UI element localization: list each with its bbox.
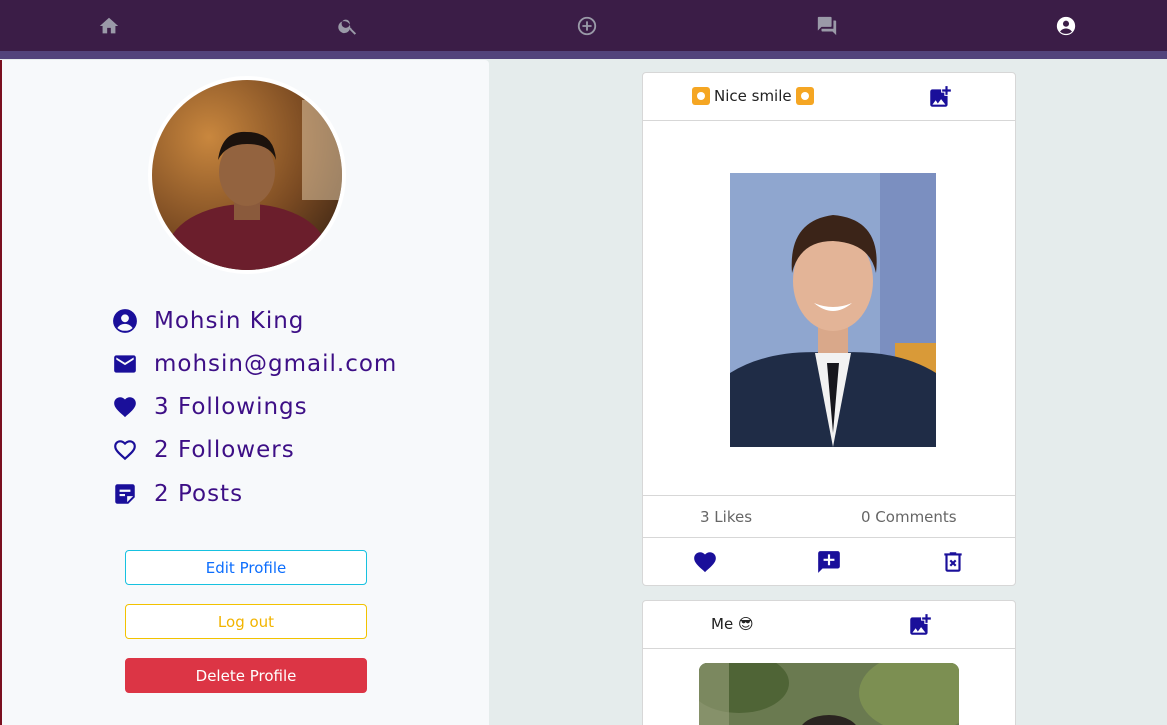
heart-outline-icon [110, 435, 140, 465]
avatar [148, 76, 346, 274]
nav-divider [0, 51, 1167, 59]
profile-email-row: mohsin@gmail.com [110, 349, 397, 379]
profile-followers: 2 Followers [154, 437, 295, 463]
add-circle-icon[interactable] [575, 14, 599, 38]
profile-followings-row[interactable]: 3 Followings [110, 392, 308, 422]
comments-count[interactable]: 0 Comments [861, 508, 957, 526]
top-nav [0, 0, 1167, 59]
account-icon[interactable] [1054, 14, 1078, 38]
post-card: Me 😎 [642, 600, 1016, 725]
post-caption: Me 😎 [711, 615, 754, 633]
post-image[interactable] [699, 663, 959, 725]
post-header: Me 😎 [643, 601, 1015, 649]
post-actions [643, 538, 1015, 585]
post-card: Nice smile 3 Likes 0 Comments [642, 72, 1016, 586]
post-image-area [643, 649, 1015, 725]
profile-name: Mohsin King [154, 308, 305, 334]
profile-posts-row[interactable]: 2 Posts [110, 479, 243, 509]
post-caption: Nice smile [692, 87, 814, 105]
account-circle-icon [110, 306, 140, 336]
add-comment-icon[interactable] [816, 549, 842, 575]
heart-filled-icon [110, 392, 140, 422]
add-photo-icon[interactable] [907, 612, 933, 638]
likes-count[interactable]: 3 Likes [700, 508, 752, 526]
post-image-area [643, 121, 1015, 496]
edit-profile-button[interactable]: Edit Profile [125, 550, 367, 585]
emoji-icon [692, 87, 710, 105]
post-image[interactable] [730, 173, 936, 447]
sticky-note-icon [110, 479, 140, 509]
add-photo-icon[interactable] [927, 84, 953, 110]
profile-panel: Mohsin King mohsin@gmail.com 3 Following… [0, 60, 489, 725]
post-stats: 3 Likes 0 Comments [643, 496, 1015, 538]
profile-email: mohsin@gmail.com [154, 351, 398, 377]
home-icon[interactable] [97, 14, 121, 38]
delete-icon[interactable] [940, 549, 966, 575]
post-caption-text: Nice smile [714, 87, 792, 105]
post-caption-text: Me 😎 [711, 615, 754, 633]
profile-followers-row[interactable]: 2 Followers [110, 435, 295, 465]
profile-followings: 3 Followings [154, 394, 308, 420]
profile-name-row: Mohsin King [110, 306, 304, 336]
emoji-icon [795, 87, 814, 105]
post-header: Nice smile [643, 73, 1015, 121]
profile-posts: 2 Posts [154, 481, 244, 507]
delete-profile-button[interactable]: Delete Profile [125, 658, 367, 693]
chat-icon[interactable] [815, 14, 839, 38]
logout-button[interactable]: Log out [125, 604, 367, 639]
mail-icon [110, 349, 140, 379]
like-icon[interactable] [692, 549, 718, 575]
search-icon[interactable] [336, 14, 360, 38]
